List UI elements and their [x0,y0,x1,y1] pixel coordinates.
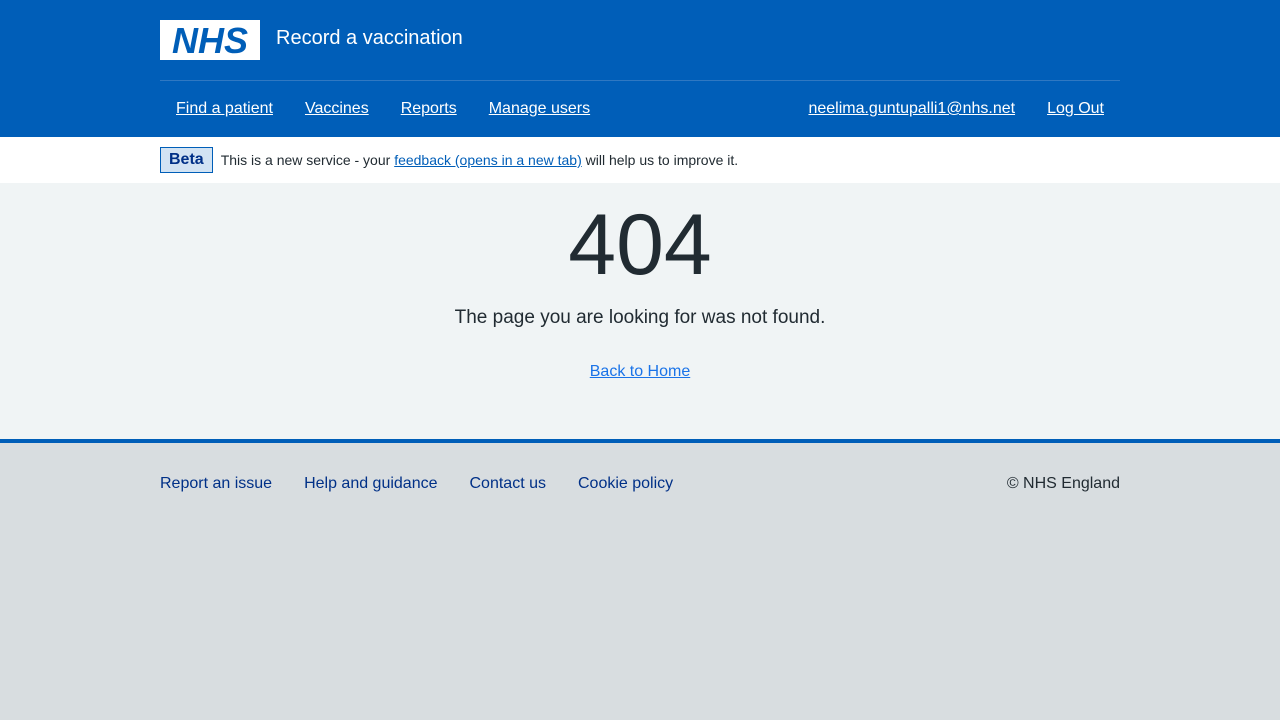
footer-link-contact-us[interactable]: Contact us [470,475,546,493]
primary-navigation: Find a patient Vaccines Reports Manage u… [160,80,1120,137]
beta-tag: Beta [160,147,213,173]
site-header: NHS Record a vaccination Find a patient … [0,0,1280,137]
nav-right: neelima.guntupalli1@nhs.net Log Out [792,83,1120,135]
footer-links: Report an issue Help and guidance Contac… [160,475,705,493]
main-content: 404 The page you are looking for was not… [0,183,1280,439]
error-code-heading: 404 [568,197,712,293]
footer-link-report-issue[interactable]: Report an issue [160,475,272,493]
service-name[interactable]: Record a vaccination [276,20,463,56]
phase-banner-text: This is a new service - your feedback (o… [221,152,738,168]
phase-banner: Beta This is a new service - your feedba… [0,137,1280,183]
feedback-link[interactable]: feedback (opens in a new tab) [394,152,582,168]
nhs-logo-icon: NHS [160,20,260,60]
back-to-home-link[interactable]: Back to Home [590,363,690,381]
copyright-text: © NHS England [1006,475,1120,492]
footer-link-help-guidance[interactable]: Help and guidance [304,475,437,493]
header-logo-row: NHS Record a vaccination [160,0,1120,80]
logo-text: NHS [172,20,248,60]
phase-banner-container: Beta This is a new service - your feedba… [160,137,1120,183]
nav-item-find-a-patient[interactable]: Find a patient [160,83,289,135]
footer-container: Report an issue Help and guidance Contac… [160,443,1120,493]
header-container: NHS Record a vaccination Find a patient … [160,0,1120,137]
phase-text-before: This is a new service - your [220,152,395,168]
nav-item-vaccines[interactable]: Vaccines [289,83,385,135]
phase-text-after: will help us to improve it. [581,152,739,168]
site-footer: Report an issue Help and guidance Contac… [0,439,1280,720]
nav-item-manage-users[interactable]: Manage users [473,83,606,135]
nav-left: Find a patient Vaccines Reports Manage u… [160,83,606,135]
nav-item-user-account[interactable]: neelima.guntupalli1@nhs.net [792,83,1031,135]
nav-item-log-out[interactable]: Log Out [1031,83,1120,135]
footer-link-cookie-policy[interactable]: Cookie policy [578,475,673,493]
nhs-logo-link[interactable]: NHS [160,20,260,60]
nav-item-reports[interactable]: Reports [385,83,473,135]
error-message: The page you are looking for was not fou… [454,307,826,328]
